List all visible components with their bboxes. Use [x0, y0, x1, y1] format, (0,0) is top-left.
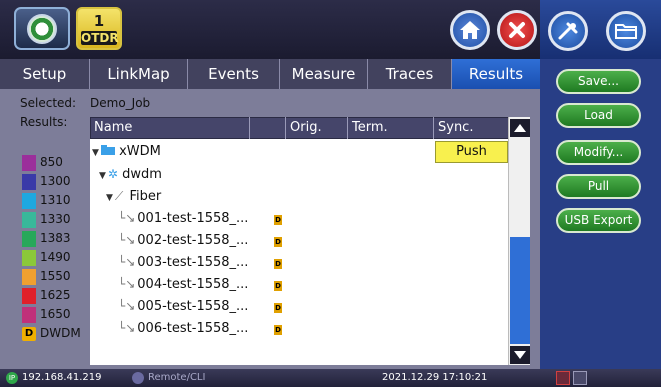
tree-node-xwdm[interactable]: ▼ xWDM: [92, 141, 161, 163]
selected-label: Selected:: [20, 96, 77, 110]
dwdm-badge-icon: D: [274, 325, 282, 335]
column-blank: [250, 117, 286, 139]
legend-swatch: [22, 249, 36, 266]
folder-node-icon: [100, 145, 115, 155]
tool-icon[interactable]: [548, 11, 588, 51]
legend-swatch: [22, 230, 36, 247]
otdr-label: OTDR: [81, 31, 119, 45]
legend-item-1310: 1310: [22, 191, 71, 209]
ip-status-icon: IP: [6, 372, 18, 384]
tree-node-trace[interactable]: └↘ 004-test-1558_...: [118, 273, 248, 295]
dwdm-badge-icon: D: [274, 237, 282, 247]
legend-swatch: [22, 211, 36, 228]
column-sync[interactable]: Sync.: [434, 117, 508, 139]
dwdm-badge-icon: D: [22, 326, 36, 341]
trace-node-icon: └↘: [118, 321, 136, 335]
legend-item-1625: 1625: [22, 286, 71, 304]
remote-status-icon: [132, 372, 144, 384]
tree-node-trace[interactable]: └↘ 003-test-1558_...: [118, 251, 248, 273]
legend-swatch: [22, 154, 36, 171]
legend-item-1383: 1383: [22, 229, 71, 247]
tab-linkmap[interactable]: LinkMap: [90, 59, 188, 89]
legend-item-dwdm: D DWDM: [22, 324, 81, 342]
fiber-node-icon: ⟋: [114, 189, 124, 203]
tree-node-trace[interactable]: └↘ 006-test-1558_...: [118, 317, 248, 339]
modify-button[interactable]: Modify...: [556, 140, 641, 165]
legend-item-1300: 1300: [22, 172, 71, 190]
column-term[interactable]: Term.: [348, 117, 434, 139]
expand-caret-icon[interactable]: ▼: [106, 193, 113, 203]
trace-node-icon: └↘: [118, 255, 136, 269]
expand-caret-icon[interactable]: ▼: [92, 148, 99, 158]
dwdm-badge-icon: D: [274, 215, 282, 225]
column-name[interactable]: Name: [90, 117, 250, 139]
legend-swatch: [22, 268, 36, 285]
tab-events[interactable]: Events: [188, 59, 280, 89]
folder-icon[interactable]: [606, 11, 646, 51]
dwdm-badge-icon: D: [274, 303, 282, 313]
otdr-logo-icon[interactable]: [14, 7, 70, 50]
legend-item-1550: 1550: [22, 267, 71, 285]
trace-node-icon: └↘: [118, 277, 136, 291]
home-icon[interactable]: [450, 10, 490, 50]
legend-swatch: [22, 192, 36, 209]
legend-item-1650: 1650: [22, 305, 71, 323]
save-button[interactable]: Save...: [556, 69, 641, 94]
tree-node-dwdm[interactable]: ▼ ✲ dwdm: [99, 163, 162, 185]
legend-item-850: 850: [22, 153, 63, 171]
legend-swatch: [22, 173, 36, 190]
alert-icon: [556, 371, 570, 385]
legend-item-1490: 1490: [22, 248, 71, 266]
load-button[interactable]: Load: [556, 103, 641, 128]
tree-node-trace[interactable]: └↘ 005-test-1558_...: [118, 295, 248, 317]
legend-item-1330: 1330: [22, 210, 71, 228]
usb-export-button[interactable]: USB Export: [556, 208, 641, 233]
expand-caret-icon[interactable]: ▼: [99, 171, 106, 181]
trace-node-icon: └↘: [118, 299, 136, 313]
otdr-mode-button[interactable]: 1 OTDR: [76, 7, 122, 50]
dwdm-badge-icon: D: [274, 259, 282, 269]
tab-measure[interactable]: Measure: [280, 59, 368, 89]
date-time: 2021.12.29 17:10:21: [382, 372, 488, 383]
legend-swatch: [22, 306, 36, 323]
trace-node-icon: └↘: [118, 233, 136, 247]
scroll-down-button[interactable]: [510, 346, 530, 364]
tree-node-trace[interactable]: └↘ 001-test-1558_...: [118, 207, 248, 229]
pull-button[interactable]: Pull: [556, 174, 641, 199]
arrow-up-icon: [514, 124, 526, 132]
ip-address: 192.168.41.219: [22, 372, 102, 383]
remote-status: Remote/CLI: [148, 372, 206, 383]
scrollbar-thumb[interactable]: [510, 237, 530, 344]
push-sync-cell[interactable]: Push: [435, 141, 508, 163]
tree-node-fiber[interactable]: ▼ ⟋ Fiber: [106, 185, 161, 207]
tab-results[interactable]: Results: [452, 59, 540, 89]
column-orig[interactable]: Orig.: [286, 117, 348, 139]
selected-job: Demo_Job: [90, 96, 151, 110]
scroll-up-button[interactable]: [510, 119, 530, 137]
arrow-down-icon: [514, 351, 526, 359]
tab-traces[interactable]: Traces: [368, 59, 452, 89]
results-label: Results:: [20, 115, 68, 129]
trace-node-icon: └↘: [118, 211, 136, 225]
legend-swatch: [22, 287, 36, 304]
gear-node-icon: ✲: [107, 167, 118, 181]
close-icon[interactable]: [497, 10, 537, 50]
dwdm-badge-icon: D: [274, 281, 282, 291]
otdr-number: 1: [93, 12, 105, 30]
tree-node-trace[interactable]: └↘ 002-test-1558_...: [118, 229, 248, 251]
battery-icon: [573, 371, 587, 385]
tab-setup[interactable]: Setup: [0, 59, 90, 89]
